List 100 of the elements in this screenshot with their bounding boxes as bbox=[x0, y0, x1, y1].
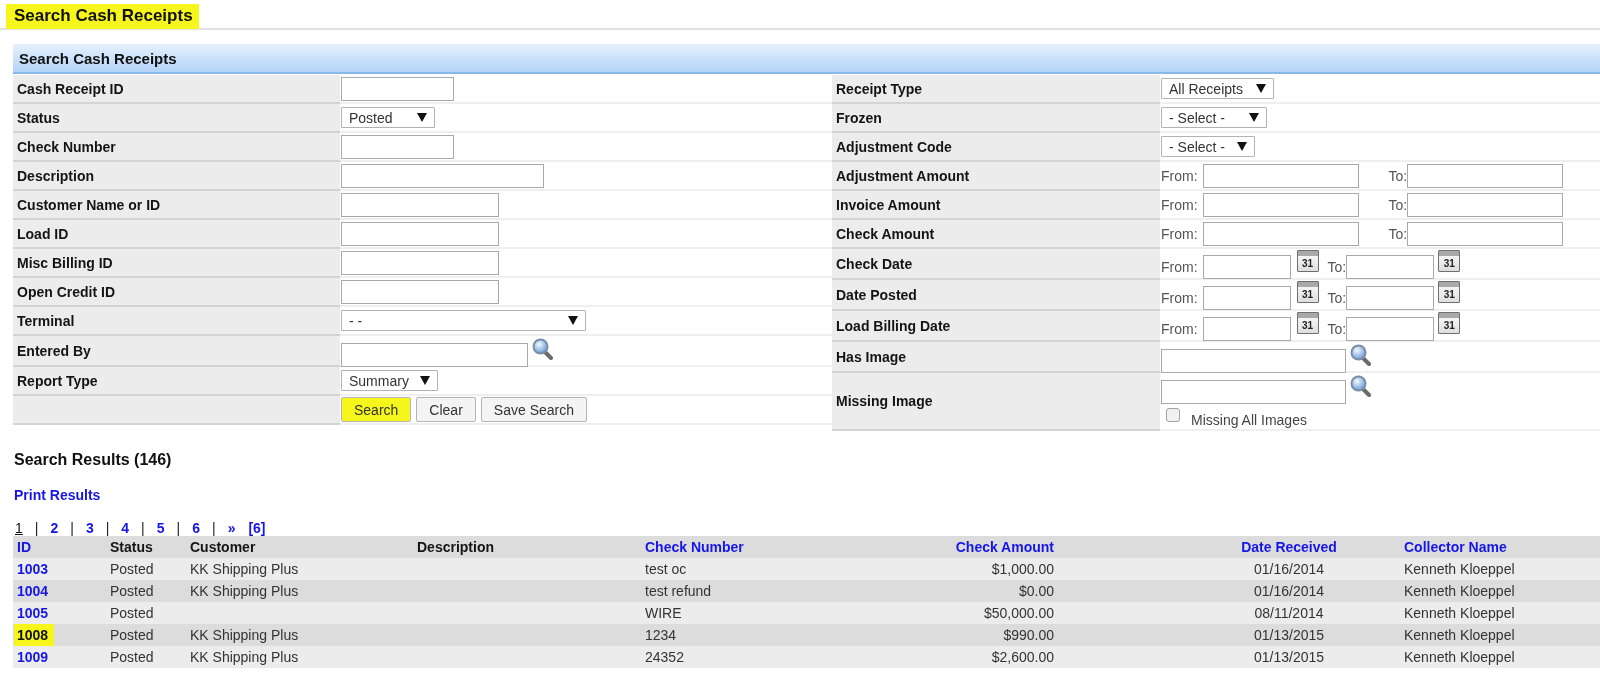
calendar-button[interactable]: 31 bbox=[1296, 281, 1319, 303]
table-cell: test oc bbox=[645, 561, 687, 577]
panel-header: Search Cash Receipts bbox=[13, 44, 1600, 74]
page-separator: | bbox=[70, 520, 74, 536]
page-link[interactable]: 5 bbox=[156, 520, 165, 536]
to-label: To: bbox=[1388, 196, 1408, 213]
calendar-button[interactable]: 31 bbox=[1296, 250, 1319, 272]
dropdown[interactable]: - Select - bbox=[1161, 107, 1267, 128]
column-header: Status bbox=[110, 539, 153, 555]
table-cell: 01/16/2014 bbox=[1253, 561, 1325, 577]
from-label: From: bbox=[1161, 167, 1198, 184]
search-button[interactable]: Search bbox=[341, 397, 412, 422]
table-cell: 1234 bbox=[645, 627, 677, 643]
date-input[interactable] bbox=[1346, 317, 1435, 341]
table-cell: 08/11/2014 bbox=[1254, 605, 1324, 621]
page-link[interactable]: 6 bbox=[192, 520, 200, 536]
page-link[interactable]: [6] bbox=[248, 520, 266, 536]
clear-button[interactable]: Clear bbox=[416, 397, 476, 422]
column-header[interactable]: Collector Name bbox=[1404, 539, 1507, 555]
calendar-button[interactable]: 31 bbox=[1438, 250, 1461, 272]
input-field[interactable] bbox=[341, 134, 454, 159]
input-field[interactable] bbox=[341, 192, 499, 217]
caret-icon bbox=[1237, 142, 1247, 151]
page-separator: | bbox=[105, 520, 110, 536]
field-label: Description bbox=[13, 162, 340, 191]
to-label: To: bbox=[1327, 290, 1347, 306]
column-header[interactable]: Check Amount bbox=[955, 539, 1054, 555]
search-icon[interactable] bbox=[1350, 375, 1371, 397]
from-label: From: bbox=[1161, 196, 1198, 213]
checkbox[interactable] bbox=[1166, 408, 1180, 422]
table-cell: KK Shipping Plus bbox=[190, 583, 299, 599]
field-label: Has Image bbox=[832, 342, 1160, 373]
receipt-id-link[interactable]: 1008 bbox=[14, 624, 55, 646]
input-field[interactable] bbox=[341, 250, 499, 275]
caret-icon bbox=[568, 316, 578, 325]
field-label: Entered By bbox=[13, 336, 340, 367]
field-label: Open Credit ID bbox=[13, 278, 340, 307]
field-label: Frozen bbox=[832, 104, 1160, 133]
calendar-button[interactable]: 31 bbox=[1296, 312, 1319, 334]
table-cell: WIRE bbox=[645, 605, 682, 621]
search-icon[interactable] bbox=[1350, 344, 1371, 366]
dropdown[interactable]: Posted bbox=[341, 107, 435, 128]
field-label: Terminal bbox=[13, 307, 340, 336]
search-icon[interactable] bbox=[532, 338, 553, 360]
calendar-button[interactable]: 31 bbox=[1438, 312, 1461, 334]
date-input[interactable] bbox=[1202, 286, 1291, 310]
from-label: From: bbox=[1161, 290, 1198, 306]
date-input[interactable] bbox=[1202, 317, 1291, 341]
table-cell: Posted bbox=[110, 583, 154, 599]
column-header[interactable]: Date Received bbox=[1241, 539, 1337, 555]
input-field[interactable] bbox=[1161, 380, 1346, 404]
input-field[interactable] bbox=[341, 343, 528, 367]
receipt-id-link[interactable]: 1003 bbox=[17, 561, 49, 577]
save-search-button[interactable]: Save Search bbox=[480, 397, 587, 422]
dropdown[interactable]: All Receipts bbox=[1161, 78, 1274, 99]
page-separator: | bbox=[34, 520, 39, 536]
column-header: Description bbox=[417, 539, 494, 555]
caret-icon bbox=[1249, 113, 1259, 122]
table-cell: Kenneth Kloeppel bbox=[1404, 627, 1515, 643]
field-label: Date Posted bbox=[832, 280, 1160, 311]
page-link[interactable]: 2 bbox=[50, 520, 59, 536]
page-link[interactable]: » bbox=[227, 520, 236, 536]
input-field[interactable] bbox=[1202, 221, 1359, 246]
input-field[interactable] bbox=[1407, 221, 1564, 246]
table-cell: $2,600.00 bbox=[991, 649, 1054, 665]
field-label: Customer Name or ID bbox=[13, 191, 340, 220]
print-results-link[interactable]: Print Results bbox=[14, 487, 101, 503]
field-label: Load ID bbox=[13, 220, 340, 249]
receipt-id-link[interactable]: 1004 bbox=[17, 583, 49, 599]
date-input[interactable] bbox=[1202, 255, 1291, 279]
receipt-id-link[interactable]: 1009 bbox=[17, 649, 49, 665]
dropdown[interactable]: Summary bbox=[341, 370, 438, 391]
input-field[interactable] bbox=[1161, 349, 1346, 373]
page-link[interactable]: 3 bbox=[85, 520, 94, 536]
receipt-id-link[interactable]: 1005 bbox=[17, 605, 49, 621]
field-label: Check Date bbox=[832, 249, 1160, 280]
table-cell: Kenneth Kloeppel bbox=[1404, 605, 1515, 621]
input-field[interactable] bbox=[341, 279, 499, 304]
table-cell: Kenneth Kloeppel bbox=[1404, 561, 1515, 577]
field-label: Receipt Type bbox=[832, 75, 1160, 104]
calendar-button[interactable]: 31 bbox=[1438, 281, 1461, 303]
page-separator: | bbox=[141, 520, 145, 536]
column-header[interactable]: Check Number bbox=[645, 539, 744, 555]
column-header: Customer bbox=[190, 539, 256, 555]
dropdown[interactable]: - Select - bbox=[1161, 136, 1255, 157]
date-input[interactable] bbox=[1346, 286, 1435, 310]
page-link[interactable]: 4 bbox=[121, 520, 130, 536]
date-input[interactable] bbox=[1346, 255, 1435, 279]
input-field[interactable] bbox=[1202, 163, 1359, 188]
input-field[interactable] bbox=[341, 163, 544, 188]
input-field[interactable] bbox=[341, 221, 499, 246]
input-field[interactable] bbox=[1407, 192, 1564, 217]
from-label: From: bbox=[1161, 321, 1198, 337]
input-field[interactable] bbox=[1202, 192, 1359, 217]
input-field[interactable] bbox=[1407, 163, 1564, 188]
column-header[interactable]: ID bbox=[17, 539, 31, 555]
table-cell: $990.00 bbox=[1003, 627, 1054, 643]
input-field[interactable] bbox=[341, 76, 454, 101]
field-label: Load Billing Date bbox=[832, 311, 1160, 342]
dropdown[interactable]: - - bbox=[341, 310, 586, 331]
